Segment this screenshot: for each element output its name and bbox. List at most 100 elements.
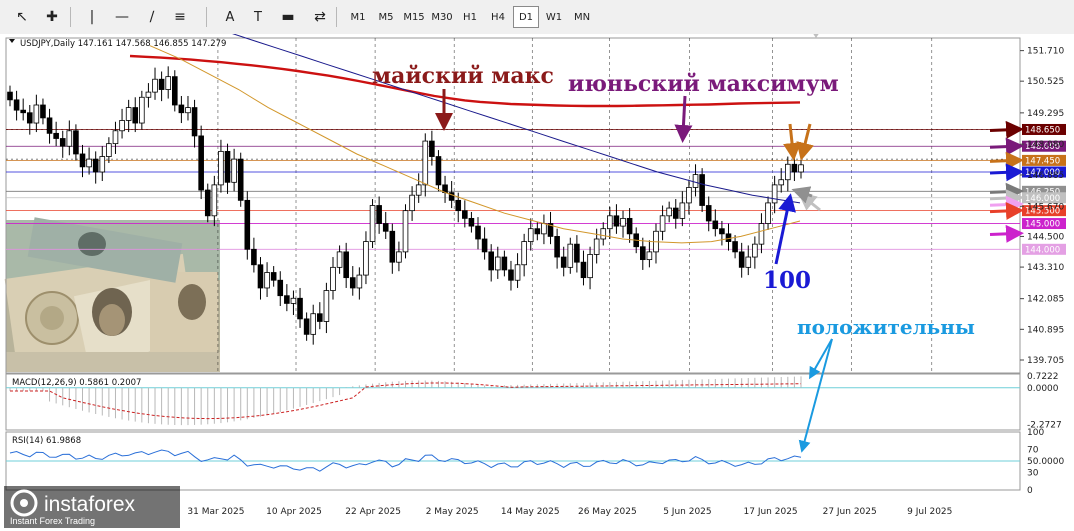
candle-body [66, 130, 73, 147]
candle-body [270, 272, 277, 281]
candle-body [725, 233, 732, 242]
timeframe-d1-button[interactable]: D1 [513, 6, 539, 28]
annotation-arrow [989, 182, 1024, 201]
fibonacci-tool-button[interactable]: ≡ [168, 6, 192, 28]
candle-body [415, 184, 422, 196]
candle-body [580, 261, 587, 279]
candle-body [152, 78, 158, 93]
candle-body [178, 104, 185, 114]
timeframe-h1-button[interactable]: H1 [457, 6, 483, 28]
symbol-header: USDJPY,Daily 147.161 147.568 146.855 147… [20, 39, 226, 49]
candle-body [752, 243, 758, 258]
candle-body [600, 228, 607, 240]
candle-body [554, 236, 560, 258]
candle-body [402, 210, 409, 253]
time-tick-label: 9 Jul 2025 [907, 507, 952, 517]
fibonacci-icon: ≡ [174, 9, 186, 25]
candle-body [79, 153, 86, 168]
candle-body [785, 163, 791, 181]
candle-body [369, 205, 376, 242]
macd-frame [5, 373, 1021, 431]
candle-body [53, 132, 59, 139]
annotation-arrow [989, 224, 1024, 243]
timeframe-m5-button[interactable]: M5 [373, 6, 399, 28]
candle-body [145, 91, 152, 98]
arrows-menu-tool-button[interactable]: ⇄ [308, 6, 332, 28]
logo-text: instaforex [44, 493, 136, 516]
trendline-tool-button[interactable]: ∕ [140, 6, 164, 28]
candle-body [33, 104, 40, 124]
candle-body [574, 243, 580, 263]
rsi-panel: RSI(14) 61.9868 [5, 431, 1021, 491]
candle-body [191, 107, 198, 137]
toolbar-separator [336, 7, 337, 27]
timeframe-w1-button[interactable]: W1 [541, 6, 567, 28]
time-tick-label: 26 May 2025 [578, 507, 637, 517]
logo-tagline: Instant Forex Trading [10, 516, 95, 526]
timeframe-m30-button[interactable]: M30 [429, 6, 455, 28]
annotation-may-high: майский макс [372, 63, 554, 89]
trendline-icon: ∕ [149, 9, 155, 25]
macd-header: MACD(12,26,9) 0.5861 0.2007 [12, 378, 141, 388]
candle-body [185, 107, 191, 114]
candle-body [778, 179, 785, 186]
vertical-line-tool-button[interactable]: | [80, 6, 104, 28]
candle-body [738, 251, 745, 268]
timeframe-m15-button[interactable]: M15 [401, 6, 427, 28]
candle-body [409, 194, 415, 212]
chart-toolbar: ↖ ✚ | — ∕ ≡ A T ▬ ⇄ M1 M5 M15 M30 H1 H4 D1 W1 MN [0, 0, 1074, 35]
candle-body [218, 150, 224, 186]
candle-body [323, 290, 330, 322]
annotation-arrow [989, 151, 1024, 170]
price-tick-label: 150.525 [1027, 77, 1064, 87]
annotation-june-high: июньский максимум [568, 71, 839, 97]
text-label-tool-button[interactable]: T [246, 6, 270, 28]
candle-body [204, 189, 211, 217]
toolbar-separator [206, 7, 207, 27]
candle-body [462, 210, 468, 219]
macd-panel: MACD(12,26,9) 0.5861 0.2007 [5, 373, 1021, 431]
timeframe-mn-button[interactable]: MN [569, 6, 595, 28]
annotation-arrow [989, 195, 1024, 214]
text-icon: A [225, 9, 235, 25]
price-tick-label: 146.885 [1027, 171, 1064, 181]
annotation-arrow [989, 163, 1024, 182]
rectangle-shape-tool-button[interactable]: ▬ [276, 6, 300, 28]
candle-body [429, 140, 435, 157]
vertical-line-icon: | [89, 9, 95, 25]
price-tick-label: 139.705 [1027, 356, 1064, 366]
cursor-arrow-tool-button[interactable]: ↖ [10, 6, 34, 28]
candle-body [363, 241, 369, 276]
candle-body [659, 215, 666, 232]
candle-body [119, 120, 125, 132]
price-tick-label: 143.310 [1027, 263, 1064, 273]
annotation-arrow [989, 120, 1024, 139]
candle-body [139, 96, 145, 124]
candle-body [607, 215, 613, 230]
candle-body [86, 158, 92, 168]
candle-body [211, 184, 218, 217]
horizontal-line-tool-button[interactable]: — [110, 6, 134, 28]
candle-body [59, 138, 66, 147]
price-tick-label: 149.295 [1027, 109, 1064, 119]
candle-body [13, 99, 20, 111]
candle-body [303, 318, 310, 335]
text-label-icon: T [254, 9, 262, 25]
candle-body [343, 251, 349, 279]
candle-body [251, 248, 257, 266]
candle-body [26, 112, 33, 124]
crosshair-tool-button[interactable]: ✚ [40, 6, 64, 28]
timeframe-h4-button[interactable]: H4 [485, 6, 511, 28]
price-tick-label: 148.080 [1027, 140, 1064, 150]
candle-body [732, 241, 738, 253]
candle-body [171, 76, 178, 106]
price-tick-label: 144.500 [1027, 232, 1064, 242]
candle-body [666, 207, 672, 217]
price-axis: 148.650148.000147.450147.000146.250146.0… [1020, 47, 1066, 496]
text-tool-button[interactable]: A [218, 6, 242, 28]
time-tick-label: 17 Jun 2025 [744, 507, 798, 517]
rsi-tick-label: 50.0000 [1027, 457, 1064, 467]
timeframe-m1-button[interactable]: M1 [345, 6, 371, 28]
candle-body [587, 254, 593, 279]
candle-body [791, 163, 798, 173]
